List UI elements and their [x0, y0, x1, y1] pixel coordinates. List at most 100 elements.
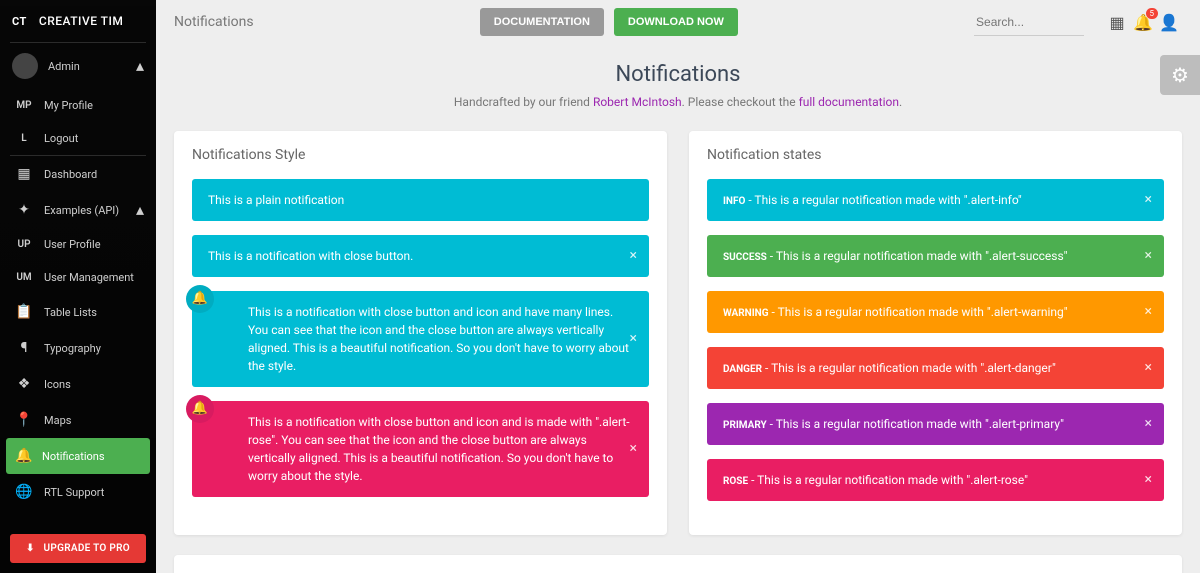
location-icon: 📍	[12, 412, 36, 428]
alert-tag: WARNING	[723, 308, 769, 319]
bell-icon: 🔔	[12, 448, 36, 464]
sidebar-item-notifications[interactable]: 🔔 Notifications	[6, 438, 150, 474]
alert-text: - This is a regular notification made wi…	[748, 473, 1028, 487]
label: Logout	[44, 132, 78, 145]
close-icon[interactable]: ×	[1145, 190, 1152, 211]
card-notification-states: Notification states INFO - This is a reg…	[689, 131, 1182, 535]
avatar	[12, 53, 38, 79]
close-icon[interactable]: ×	[1145, 302, 1152, 323]
typography-icon: ¶	[12, 340, 36, 356]
topbar: Notifications DOCUMENTATION DOWNLOAD NOW…	[156, 0, 1200, 48]
card-notifications-style: Notifications Style This is a plain noti…	[174, 131, 667, 535]
grid-icon[interactable]: ▦	[1104, 13, 1130, 32]
main: Notifications DOCUMENTATION DOWNLOAD NOW…	[156, 0, 1200, 573]
alert-success: SUCCESS - This is a regular notification…	[707, 235, 1164, 277]
label: User Profile	[44, 238, 101, 251]
sidebar: CT CREATIVE TIM Admin ▴ MP My Profile L …	[0, 0, 156, 573]
sidebar-item-examples[interactable]: ✦ Examples (API) ▴	[0, 192, 156, 228]
sidebar-user[interactable]: Admin ▴	[0, 43, 156, 89]
user-name: Admin	[48, 60, 80, 73]
chevron-up-icon: ▴	[136, 205, 144, 215]
page-title: Notifications	[156, 62, 1200, 87]
abbr: UM	[12, 272, 36, 283]
label: RTL Support	[44, 486, 104, 499]
alert-info: INFO - This is a regular notification ma…	[707, 179, 1164, 221]
alert-plain: This is a plain notification	[192, 179, 649, 221]
alert-with-close: This is a notification with close button…	[192, 235, 649, 277]
label: User Management	[44, 271, 134, 284]
abbr: L	[12, 133, 36, 144]
card-notifications-places: Notifications Places Click to view notif…	[174, 555, 1182, 573]
alert-with-icon-rose: 🔔 This is a notification with close butt…	[192, 401, 649, 497]
alert-text: - This is a regular notification made wi…	[767, 417, 1064, 431]
alert-tag: ROSE	[723, 476, 748, 487]
alert-tag: SUCCESS	[723, 252, 767, 263]
clipboard-icon: 📋	[12, 304, 36, 320]
notifications-icon[interactable]: 🔔5	[1130, 13, 1156, 32]
label: UPGRADE TO PRO	[44, 543, 130, 554]
chevron-up-icon: ▴	[136, 61, 144, 71]
docs-link[interactable]: full documentation	[799, 95, 899, 109]
card-title: Notifications Style	[192, 147, 649, 163]
alert-text: - This is a regular notification made wi…	[762, 361, 1056, 375]
close-icon[interactable]: ×	[1145, 358, 1152, 379]
alert-text: - This is a regular notification made wi…	[767, 249, 1068, 263]
sidebar-item-my-profile[interactable]: MP My Profile	[0, 89, 156, 122]
settings-fab[interactable]: ⚙	[1160, 55, 1200, 95]
author-link[interactable]: Robert McIntosh	[593, 95, 682, 109]
account-icon[interactable]: 👤	[1156, 13, 1182, 32]
brand-name: CREATIVE TIM	[39, 14, 124, 28]
sidebar-item-logout[interactable]: L Logout	[0, 122, 156, 155]
alert-primary: PRIMARY - This is a regular notification…	[707, 403, 1164, 445]
sidebar-item-user-management[interactable]: UM User Management	[0, 261, 156, 294]
label: Maps	[44, 414, 71, 427]
close-icon[interactable]: ×	[1145, 414, 1152, 435]
brand-logo: CT	[12, 15, 27, 28]
bubble-icon: ❖	[12, 376, 36, 392]
alert-danger: DANGER - This is a regular notification …	[707, 347, 1164, 389]
label: Examples (API)	[44, 204, 119, 217]
alert-warning: WARNING - This is a regular notification…	[707, 291, 1164, 333]
close-icon[interactable]: ×	[1145, 246, 1152, 267]
sidebar-item-table-lists[interactable]: 📋 Table Lists	[0, 294, 156, 330]
sidebar-item-typography[interactable]: ¶ Typography	[0, 330, 156, 366]
alert-tag: INFO	[723, 196, 745, 207]
download-button[interactable]: DOWNLOAD NOW	[614, 8, 738, 36]
label: Table Lists	[44, 306, 97, 319]
abbr: UP	[12, 239, 36, 250]
examples-icon: ✦	[12, 202, 36, 218]
alert-tag: DANGER	[723, 364, 762, 375]
sidebar-item-user-profile[interactable]: UP User Profile	[0, 228, 156, 261]
alert-with-icon: 🔔 This is a notification with close butt…	[192, 291, 649, 387]
label: Typography	[44, 342, 101, 355]
sidebar-item-rtl[interactable]: 🌐 RTL Support	[0, 474, 156, 510]
close-icon[interactable]: ×	[630, 246, 637, 267]
sidebar-item-dashboard[interactable]: ▦ Dashboard	[0, 156, 156, 192]
search-input[interactable]	[974, 9, 1084, 36]
close-icon[interactable]: ×	[630, 439, 637, 460]
sidebar-item-maps[interactable]: 📍 Maps	[0, 402, 156, 438]
globe-icon: 🌐	[12, 484, 36, 500]
close-icon[interactable]: ×	[1145, 470, 1152, 491]
alert-text: This is a notification with close button…	[248, 305, 629, 373]
page-subtitle: Handcrafted by our friend Robert McIntos…	[156, 95, 1200, 109]
alert-text: This is a notification with close button…	[208, 249, 413, 263]
label: Notifications	[42, 450, 105, 463]
documentation-button[interactable]: DOCUMENTATION	[480, 8, 604, 36]
label: My Profile	[44, 99, 93, 112]
sidebar-item-icons[interactable]: ❖ Icons	[0, 366, 156, 402]
alert-tag: PRIMARY	[723, 420, 767, 431]
card-title: Notification states	[707, 147, 1164, 163]
download-icon: ⬇	[26, 543, 35, 554]
label: Dashboard	[44, 168, 97, 181]
brand[interactable]: CT CREATIVE TIM	[0, 0, 156, 42]
cards-row: Notifications Style This is a plain noti…	[156, 131, 1200, 555]
alert-text: This is a notification with close button…	[248, 415, 630, 483]
bell-icon: 🔔	[186, 285, 214, 313]
close-icon[interactable]: ×	[630, 329, 637, 350]
hero: Notifications Handcrafted by our friend …	[156, 48, 1200, 131]
gear-icon: ⚙	[1171, 63, 1189, 87]
breadcrumb: Notifications	[174, 14, 254, 30]
upgrade-button[interactable]: ⬇ UPGRADE TO PRO	[10, 534, 146, 563]
bell-icon: 🔔	[186, 395, 214, 423]
